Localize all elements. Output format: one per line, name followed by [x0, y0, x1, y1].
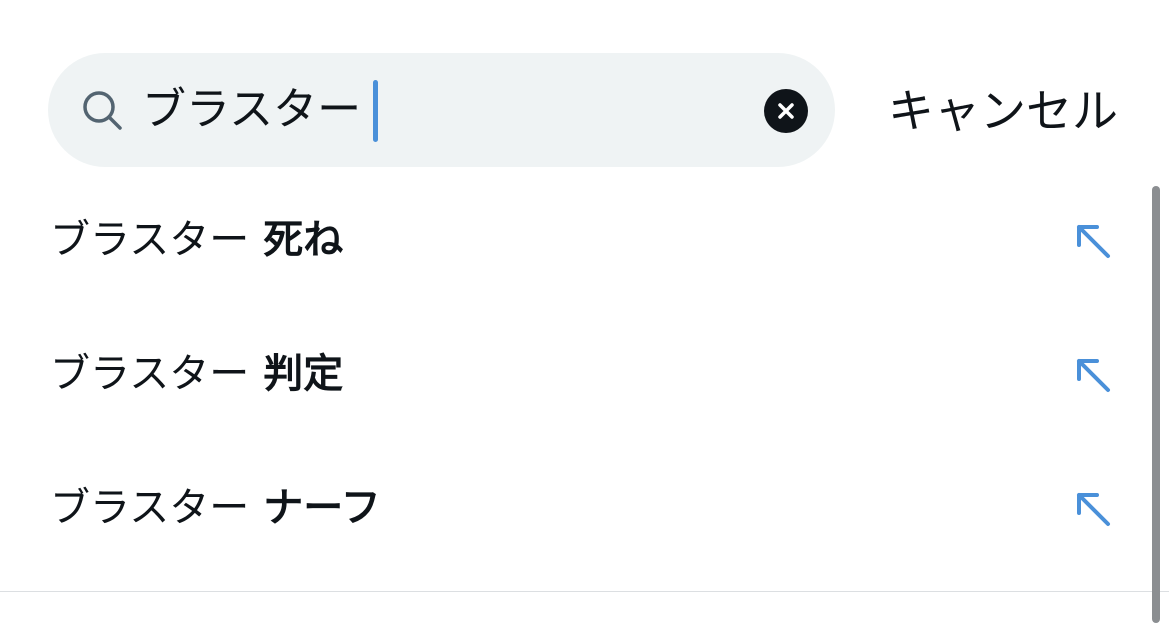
- cancel-button[interactable]: キャンセル: [878, 76, 1128, 146]
- suggestion-prefix: ブラスター: [50, 217, 250, 263]
- search-input[interactable]: ブラスター: [142, 78, 361, 142]
- suggestion-completion: ナーフ: [263, 485, 381, 531]
- suggestion-prefix: ブラスター: [50, 351, 250, 397]
- suggestion-text: ブラスター 死ね: [50, 210, 343, 270]
- arrow-up-left-icon[interactable]: [1070, 486, 1114, 530]
- suggestion-completion: 死ね: [263, 217, 344, 263]
- text-caret: [373, 80, 378, 142]
- suggestion-item[interactable]: ブラスター 判定: [0, 312, 1150, 444]
- search-screen: ブラスター キャンセル ブラスター 死ね ブラスター 判定 ブラスター ナーフ: [0, 0, 1169, 623]
- suggestion-prefix: ブラスター: [50, 485, 250, 531]
- suggestion-text: ブラスター ナーフ: [50, 478, 381, 538]
- arrow-up-left-icon[interactable]: [1070, 352, 1114, 396]
- arrow-up-left-icon[interactable]: [1070, 218, 1114, 262]
- clear-search-button[interactable]: [764, 89, 808, 133]
- suggestion-item[interactable]: ブラスター ナーフ: [0, 446, 1150, 578]
- suggestion-text: ブラスター 判定: [50, 344, 343, 404]
- suggestion-completion: 判定: [263, 351, 344, 397]
- scrollbar[interactable]: [1152, 186, 1160, 623]
- suggestion-item[interactable]: ブラスター 死ね: [0, 178, 1150, 310]
- search-icon: [83, 91, 122, 130]
- divider: [0, 591, 1169, 592]
- close-icon: [778, 103, 794, 119]
